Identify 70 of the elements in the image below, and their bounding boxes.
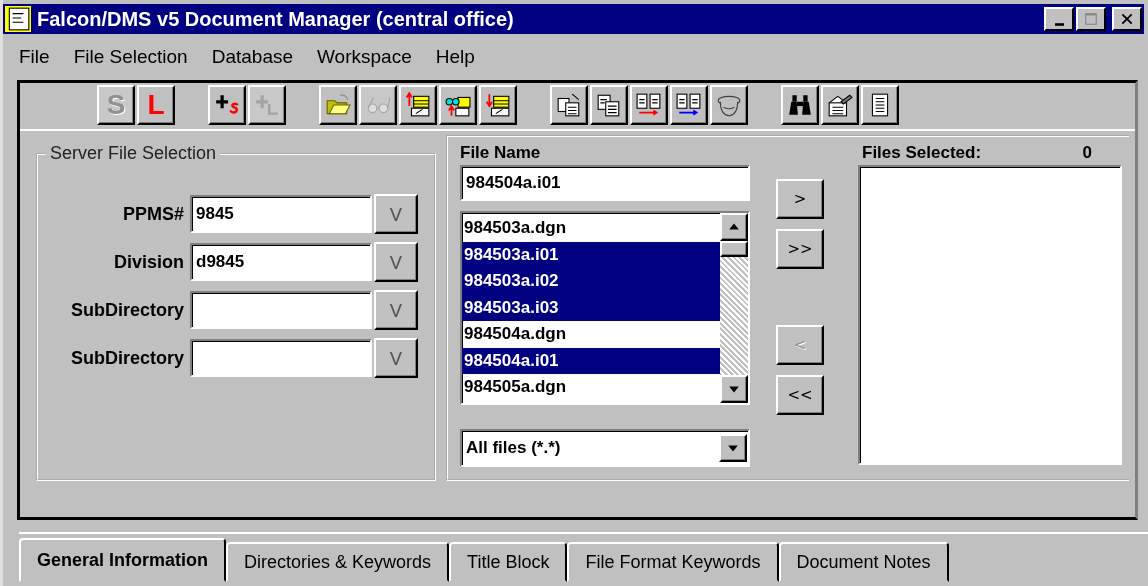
file-list-item[interactable]: 984503a.i02: [462, 268, 720, 295]
file-list-item[interactable]: 984504a.dgn: [462, 321, 720, 348]
transfer-button[interactable]: >: [776, 179, 824, 219]
menu-item[interactable]: File: [19, 46, 50, 68]
menu-item[interactable]: Workspace: [317, 46, 412, 68]
toolbar-button[interactable]: [399, 85, 437, 125]
file-name-label: File Name: [460, 143, 542, 163]
toolbar-button[interactable]: [781, 85, 819, 125]
plus-icon: [254, 92, 280, 118]
documents-arrow-icon: [676, 92, 702, 118]
file-list-item[interactable]: 984503a.dgn: [462, 215, 720, 242]
folder-arrow-icon: [485, 92, 511, 118]
group-title: Server File Selection: [49, 143, 218, 164]
dropdown-button[interactable]: V: [374, 242, 418, 282]
file-list-item[interactable]: 984505a.dgn: [462, 374, 720, 401]
input-field[interactable]: d9845: [190, 243, 372, 281]
maximize-button[interactable]: [1076, 7, 1106, 31]
toolbar-button[interactable]: [319, 85, 357, 125]
input-field[interactable]: 9845: [190, 195, 372, 233]
transfer-button[interactable]: >>: [776, 229, 824, 269]
window-title: Falcon/DMS v5 Document Manager (central office): [37, 7, 515, 31]
dropdown-button[interactable]: V: [374, 194, 418, 234]
toolbar-button[interactable]: [630, 85, 668, 125]
toolbar-button[interactable]: [821, 85, 859, 125]
toolbar-button[interactable]: [479, 85, 517, 125]
toolbar-button[interactable]: [710, 85, 748, 125]
toolbar-button[interactable]: [670, 85, 708, 125]
menu-item[interactable]: File Selection: [73, 46, 188, 68]
documents-icon: [596, 92, 622, 118]
transfer-button[interactable]: <<: [776, 375, 824, 415]
folder-arrow-icon: [405, 92, 431, 118]
toolbar-button[interactable]: [590, 85, 628, 125]
menu-item[interactable]: Database: [211, 46, 294, 68]
minimize-button[interactable]: [1044, 7, 1074, 31]
documents-arrow-icon: [636, 92, 662, 118]
menu-item[interactable]: Help: [435, 46, 475, 68]
minimize-icon: [1054, 22, 1064, 26]
file-list-item[interactable]: 984503a.i03: [462, 294, 720, 321]
scroll-thumb[interactable]: [720, 241, 748, 257]
filter-dropdown[interactable]: All files (*.*): [460, 429, 750, 467]
close-icon: [1120, 12, 1134, 26]
tab[interactable]: Directories & Keywords: [226, 542, 450, 582]
field-label: PPMS#: [121, 203, 184, 225]
toolbar-button[interactable]: [550, 85, 588, 125]
toolbar-button[interactable]: [861, 85, 899, 125]
dropdown-button[interactable]: V: [374, 290, 418, 330]
field-label: Division: [113, 251, 184, 273]
scrollbar[interactable]: [720, 213, 748, 403]
folder-pencil-icon: [827, 92, 853, 118]
tab[interactable]: General Information: [19, 538, 227, 582]
input-field[interactable]: [190, 291, 372, 329]
maximize-icon: [1084, 12, 1098, 26]
binoculars-icon: [787, 92, 813, 118]
files-selected-count: 0: [1082, 143, 1092, 163]
file-list-item[interactable]: 984503a.i01: [462, 241, 720, 268]
toolbar-button[interactable]: [208, 85, 246, 125]
tab[interactable]: Document Notes: [778, 542, 949, 582]
tab[interactable]: File Format Keywords: [567, 542, 779, 582]
field-label: SubDirectory: [69, 347, 184, 369]
files-selected-label: Files Selected:: [862, 143, 982, 163]
app-icon: [5, 6, 31, 32]
file-name-field[interactable]: 984504a.i01: [460, 165, 750, 201]
file-list-item[interactable]: 984504a.i01: [462, 347, 720, 374]
document-icon: [556, 92, 582, 118]
dropdown-button[interactable]: V: [374, 338, 418, 378]
field-label: SubDirectory: [69, 299, 184, 321]
close-button[interactable]: [1112, 7, 1142, 31]
input-field[interactable]: [190, 339, 372, 377]
tab[interactable]: Title Block: [449, 542, 568, 582]
toolbar-button[interactable]: [439, 85, 477, 125]
